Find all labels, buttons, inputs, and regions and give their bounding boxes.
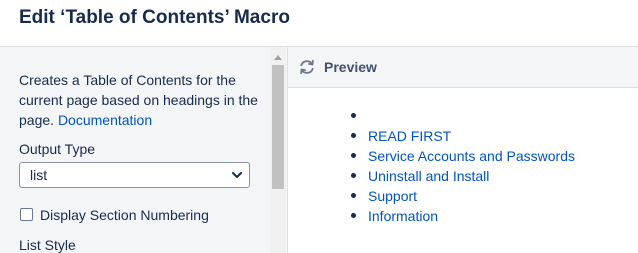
bullet-icon <box>351 173 356 178</box>
section-numbering-checkbox[interactable] <box>20 208 33 221</box>
bullet-icon <box>351 113 356 118</box>
preview-panel: Preview READ FIRST Service Accounts and … <box>288 47 638 253</box>
toc-item-link[interactable]: Uninstall and Install <box>368 168 489 184</box>
toc-item-link[interactable]: Service Accounts and Passwords <box>368 148 575 164</box>
dialog-title: Edit ‘Table of Contents’ Macro <box>19 7 290 28</box>
macro-settings-panel: Creates a Table of Contents for the curr… <box>0 47 288 253</box>
output-type-value: list <box>30 167 48 183</box>
preview-header: Preview <box>288 47 638 87</box>
list-style-label: List Style <box>19 237 76 253</box>
macro-description-block: Creates a Table of Contents for the curr… <box>19 70 264 130</box>
scroll-up-arrow-icon[interactable] <box>274 55 282 60</box>
toc-item: Service Accounts and Passwords <box>348 146 575 166</box>
bullet-icon <box>351 153 356 158</box>
bullet-icon <box>351 193 356 198</box>
toc-item-link[interactable]: READ FIRST <box>368 128 451 144</box>
section-numbering-label: Display Section Numbering <box>40 207 209 223</box>
toc-item: Uninstall and Install <box>348 166 575 186</box>
preview-divider <box>288 87 638 88</box>
toc-item <box>348 106 575 126</box>
macro-description: Creates a Table of Contents for the curr… <box>19 70 264 130</box>
toc-item: Support <box>348 186 575 206</box>
toc-item: READ FIRST <box>348 126 575 146</box>
bullet-icon <box>351 213 356 218</box>
documentation-link[interactable]: Documentation <box>58 112 152 128</box>
refresh-icon[interactable] <box>298 58 316 76</box>
scrollbar-thumb[interactable] <box>272 65 284 189</box>
toc-preview-list: READ FIRST Service Accounts and Password… <box>348 106 575 226</box>
dialog-header: Edit ‘Table of Contents’ Macro <box>0 0 638 46</box>
settings-scrollbar[interactable] <box>270 47 286 253</box>
toc-item: Information <box>348 206 575 226</box>
bullet-icon <box>351 133 356 138</box>
output-type-select[interactable]: list <box>19 162 250 188</box>
chevron-down-icon <box>232 172 242 178</box>
toc-item-link[interactable]: Information <box>368 208 438 224</box>
toc-item-link[interactable]: Support <box>368 188 417 204</box>
output-type-label: Output Type <box>19 141 96 157</box>
preview-title: Preview <box>324 59 377 75</box>
